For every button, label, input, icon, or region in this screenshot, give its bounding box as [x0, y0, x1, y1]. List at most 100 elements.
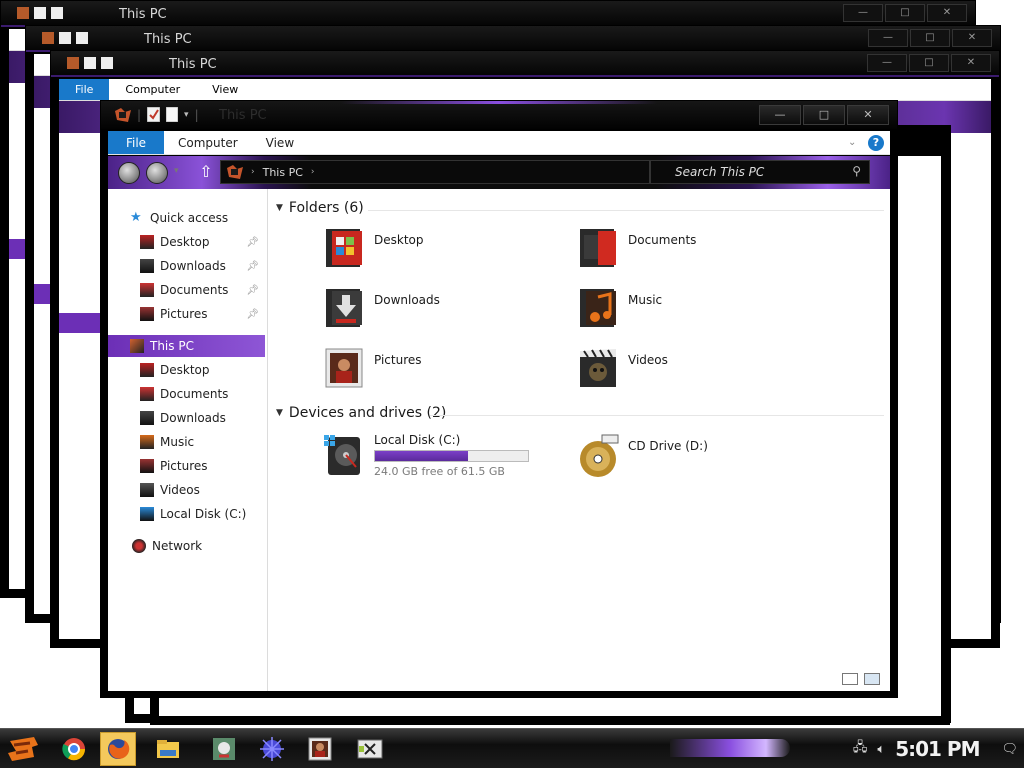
documents-folder-icon [140, 387, 154, 401]
pin-icon[interactable]: 📌︎ [246, 309, 259, 320]
taskbar-network-orb[interactable] [254, 732, 290, 766]
network-tray-icon[interactable]: 🖧︎ [853, 738, 868, 760]
folder-tile-documents[interactable]: Documents [576, 225, 696, 271]
pictures-folder-icon [140, 459, 154, 473]
sidebar-item-label: Music [160, 435, 195, 449]
file-tab[interactable]: File [108, 131, 164, 154]
sidebar-item-network[interactable]: Network [108, 535, 265, 557]
breadcrumb-chevron-icon[interactable]: › [311, 167, 315, 177]
close-button[interactable]: ✕ [847, 105, 889, 125]
taskbar-media[interactable] [352, 732, 388, 766]
notifications-icon[interactable]: 🗨︎ [1001, 742, 1018, 757]
photo-icon [308, 737, 332, 761]
background-window-title: This PC [169, 57, 217, 72]
drive-tile-local-disk[interactable]: Local Disk (C:) 24.0 GB free of 61.5 GB [322, 433, 529, 479]
clock[interactable]: 5:01 PM [895, 737, 980, 761]
title-bar[interactable]: | ▾ | This PC — □ ✕ [101, 101, 897, 129]
start-button-icon[interactable] [4, 733, 44, 765]
sidebar-item-quick-access[interactable]: ★ Quick access [108, 207, 265, 229]
media-icon [357, 739, 383, 759]
customize-quick-access-icon[interactable]: ▾ [184, 110, 189, 120]
videos-folder-icon [580, 349, 616, 387]
sidebar-item-label: Pictures [160, 459, 208, 473]
tile-label: Music [628, 293, 663, 307]
sidebar-item-this-pc[interactable]: This PC [108, 335, 265, 357]
folders-group-header[interactable]: ▼ Folders (6) [276, 200, 364, 216]
minimize-button[interactable]: — [759, 105, 801, 125]
bg-file-tab[interactable]: File [59, 79, 110, 100]
taskbar-decoration [670, 739, 790, 757]
content-pane: ▼ Folders (6) Desktop Documents Download… [270, 189, 890, 691]
folder-tile-pictures[interactable]: Pictures [322, 345, 422, 391]
network-icon [132, 539, 146, 553]
folder-tile-downloads[interactable]: Downloads [322, 285, 440, 331]
search-placeholder: Search This PC [675, 165, 765, 179]
downloads-folder-icon [140, 411, 154, 425]
taskbar-photo[interactable] [302, 732, 338, 766]
window-title: This PC [219, 108, 267, 123]
sidebar-item-qa-downloads[interactable]: Downloads 📌︎ [108, 255, 265, 277]
search-icon[interactable]: ⚲ [852, 164, 861, 178]
new-folder-icon[interactable] [166, 107, 179, 122]
pictures-folder-icon [325, 348, 363, 388]
address-bar[interactable]: › This PC › [220, 160, 650, 184]
sidebar-item-documents[interactable]: Documents [108, 383, 265, 405]
sidebar-item-label: Network [152, 539, 203, 553]
tile-label: Downloads [374, 293, 440, 307]
back-button[interactable] [118, 162, 140, 184]
desktop-folder-icon [140, 235, 154, 249]
sidebar-item-local-disk[interactable]: Local Disk (C:) [108, 503, 265, 525]
taskbar-firefox[interactable] [100, 732, 136, 766]
videos-folder-icon [140, 483, 154, 497]
sidebar-item-desktop[interactable]: Desktop [108, 359, 265, 381]
folder-tile-videos[interactable]: Videos [576, 345, 668, 391]
disk-free-text: 24.0 GB free of 61.5 GB [374, 465, 505, 478]
taskbar-paint[interactable] [206, 732, 242, 766]
details-view-icon[interactable] [842, 673, 858, 685]
devices-group-header[interactable]: ▼ Devices and drives (2) [276, 405, 446, 421]
folder-tile-desktop[interactable]: Desktop [322, 225, 424, 271]
taskbar-chrome[interactable] [56, 732, 92, 766]
pin-icon[interactable]: 📌︎ [246, 285, 259, 296]
collapse-arrow-icon[interactable]: ▼ [276, 203, 283, 213]
sidebar-item-label: Downloads [160, 411, 226, 425]
properties-icon[interactable] [147, 107, 161, 122]
sidebar-item-qa-desktop[interactable]: Desktop 📌︎ [108, 231, 265, 253]
sidebar-item-qa-pictures[interactable]: Pictures 📌︎ [108, 303, 265, 325]
sidebar-item-music[interactable]: Music [108, 431, 265, 453]
firefox-icon [108, 739, 130, 759]
sidebar-item-videos[interactable]: Videos [108, 479, 265, 501]
tab-computer[interactable]: Computer [164, 131, 252, 154]
file-explorer-window: | ▾ | This PC — □ ✕ File Computer View ⌄… [100, 100, 898, 698]
app-folder-icon [115, 107, 131, 122]
bg-view-tab[interactable]: View [196, 83, 254, 96]
forward-button[interactable] [146, 162, 168, 184]
tile-label: Desktop [374, 233, 424, 247]
explorer-body: ★ Quick access Desktop 📌︎ Downloads 📌︎ D… [108, 189, 890, 691]
taskbar-file-explorer[interactable] [150, 732, 186, 766]
sidebar-item-qa-documents[interactable]: Documents 📌︎ [108, 279, 265, 301]
help-icon[interactable]: ? [868, 135, 884, 151]
drive-tile-cd[interactable]: CD Drive (D:) [576, 433, 708, 479]
maximize-button[interactable]: □ [803, 105, 845, 125]
bg-computer-tab[interactable]: Computer [109, 83, 196, 96]
documents-folder-icon [140, 283, 154, 297]
drive-label: Local Disk (C:) [374, 433, 461, 447]
breadcrumb-this-pc[interactable]: This PC [263, 166, 303, 179]
large-icons-view-icon[interactable] [864, 673, 880, 685]
expand-ribbon-chevron-icon[interactable]: ⌄ [848, 131, 864, 154]
collapse-arrow-icon[interactable]: ▼ [276, 408, 283, 418]
tab-view[interactable]: View [252, 131, 308, 154]
desktop-folder-icon [326, 229, 362, 267]
recent-locations-chevron-icon[interactable]: ▾ [174, 166, 179, 176]
volume-icon[interactable]: 🔈︎ [877, 742, 885, 757]
sidebar-item-pictures[interactable]: Pictures [108, 455, 265, 477]
pin-icon[interactable]: 📌︎ [246, 261, 259, 272]
search-input[interactable]: Search This PC ⚲ [650, 160, 870, 184]
sidebar-item-downloads[interactable]: Downloads [108, 407, 265, 429]
music-folder-icon [140, 435, 154, 449]
up-arrow-icon[interactable]: ⇧ [196, 162, 216, 182]
pin-icon[interactable]: 📌︎ [246, 237, 259, 248]
ribbon: File Computer View ⌄ ? [108, 131, 890, 155]
folder-tile-music[interactable]: Music [576, 285, 662, 331]
